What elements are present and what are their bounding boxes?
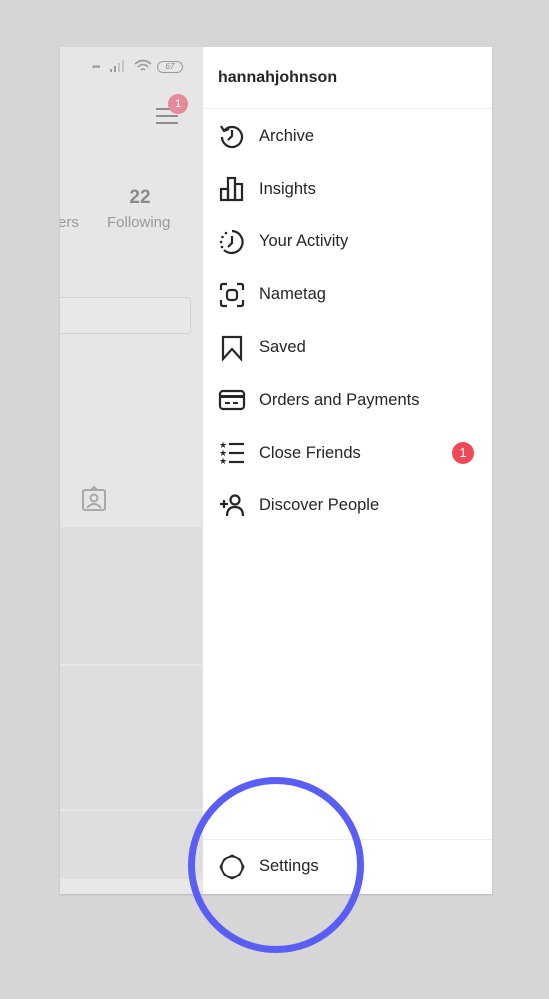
add-person-icon [220,494,245,517]
wifi-icon [134,59,152,71]
edit-profile-button[interactable] [60,297,191,334]
insights-bar-chart-icon [219,177,244,202]
close-friends-list-icon: ★ ★ ★ [219,440,244,466]
settings-gear-icon [219,854,245,880]
menu-item-saved[interactable]: Saved [203,321,492,374]
activity-clock-icon [219,229,244,255]
posts-grid[interactable] [60,527,202,894]
status-bar: ••• 67 [60,57,202,77]
profile-page-dimmed[interactable]: ••• 67 1 ers 22 Following [60,47,202,894]
tagged-photos-icon[interactable] [81,486,107,512]
hamburger-line [156,122,178,124]
bookmark-icon [221,335,243,362]
status-dots: ••• [92,62,100,73]
menu-item-label: Nametag [259,285,326,304]
phone-screen: ••• 67 1 ers 22 Following hannahjohnson … [60,47,492,894]
menu-item-insights[interactable]: Insights [203,163,492,216]
menu-item-archive[interactable]: Archive [203,110,492,163]
menu-item-nametag[interactable]: Nametag [203,268,492,321]
archive-history-icon [220,125,244,149]
menu-item-label: Orders and Payments [259,390,420,409]
following-count[interactable]: 22 [120,187,160,209]
menu-item-orders-payments[interactable]: Orders and Payments [203,374,492,427]
menu-item-your-activity[interactable]: Your Activity [203,216,492,269]
menu-item-label: Archive [259,126,315,145]
cellular-signal-icon [110,60,124,72]
menu-item-label: Discover People [259,496,380,515]
side-drawer: hannahjohnson Archive Insights Your Acti… [203,47,492,894]
menu-item-label: Insights [259,179,316,198]
following-label[interactable]: Following [107,214,170,231]
menu-item-label: Your Activity [259,232,349,251]
menu-item-label: Saved [259,338,306,357]
credit-card-icon [218,390,246,411]
followers-label[interactable]: ers [60,214,79,231]
svg-text:★: ★ [219,456,227,466]
menu-item-discover-people[interactable]: Discover People [203,480,492,533]
nametag-scan-icon [219,282,245,307]
grid-divider [60,664,202,666]
bottom-navigation[interactable] [60,879,202,894]
drawer-header: hannahjohnson [203,47,492,109]
battery-indicator: 67 [157,61,183,73]
menu-notification-badge: 1 [168,94,188,114]
menu-item-label: Close Friends [259,443,361,462]
menu-item-close-friends[interactable]: ★ ★ ★ Close Friends 1 [203,427,492,480]
username: hannahjohnson [218,69,338,86]
hamburger-line [156,115,178,117]
close-friends-badge: 1 [452,442,474,465]
grid-divider [60,809,202,811]
drawer-menu: Archive Insights Your Activity Nametag S… [203,110,492,532]
settings-label: Settings [259,857,319,875]
settings-button[interactable]: Settings [203,839,492,894]
